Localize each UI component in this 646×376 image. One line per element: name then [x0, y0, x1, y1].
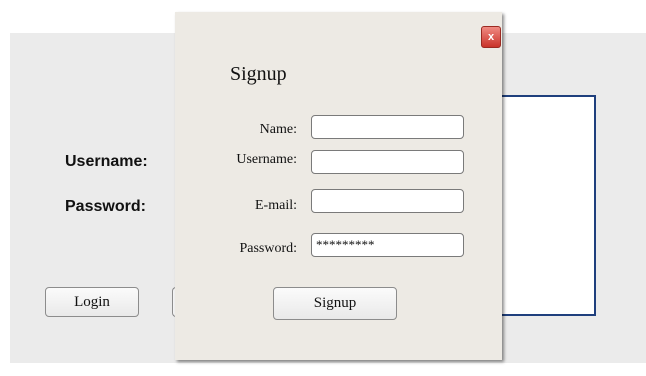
signup-password-label: Password: [239, 241, 297, 256]
signup-username-label: Username: [236, 152, 297, 167]
email-label: E-mail: [255, 198, 297, 213]
password-input[interactable] [311, 233, 464, 257]
password-label: Password: [65, 198, 146, 215]
signup-button[interactable]: Signup [273, 287, 397, 320]
username-label: Username: [65, 153, 148, 170]
close-icon: x [487, 31, 495, 43]
name-input[interactable] [311, 115, 464, 139]
login-button[interactable]: Login [45, 287, 139, 317]
username-input[interactable] [311, 150, 464, 174]
email-input[interactable] [311, 189, 464, 213]
close-button[interactable]: x [481, 26, 501, 48]
name-label: Name: [259, 122, 297, 137]
dialog-title: Signup [230, 63, 287, 85]
signup-dialog: Signup x Name: Username: E-mail: Passwor… [175, 12, 502, 360]
